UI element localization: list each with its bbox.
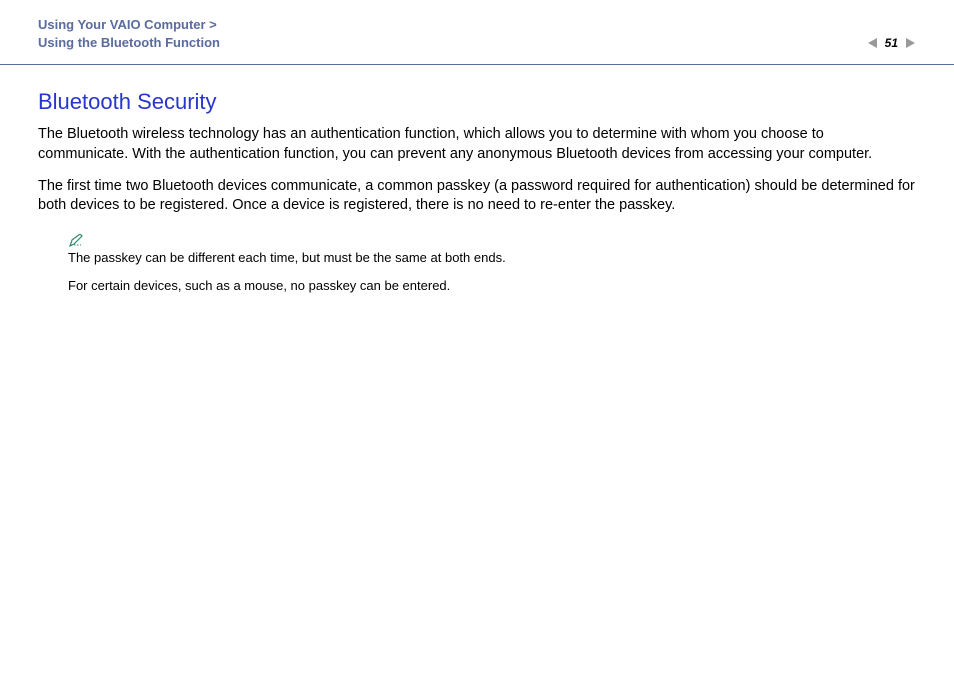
- paragraph-2: The first time two Bluetooth devices com…: [38, 177, 916, 216]
- note-block: The passkey can be different each time, …: [68, 234, 916, 295]
- next-page-arrow-icon[interactable]: [904, 37, 916, 49]
- page-content: Bluetooth Security The Bluetooth wireles…: [0, 65, 954, 295]
- pencil-note-icon: [68, 234, 916, 248]
- section-title: Bluetooth Security: [38, 89, 916, 115]
- breadcrumb-line-1: Using Your VAIO Computer >: [38, 16, 220, 34]
- note-text-2: For certain devices, such as a mouse, no…: [68, 277, 916, 295]
- note-text-1: The passkey can be different each time, …: [68, 249, 916, 267]
- breadcrumb: Using Your VAIO Computer > Using the Blu…: [38, 16, 220, 52]
- page-header: Using Your VAIO Computer > Using the Blu…: [0, 0, 954, 65]
- page-navigation: 51: [867, 36, 916, 50]
- paragraph-1: The Bluetooth wireless technology has an…: [38, 125, 916, 164]
- prev-page-arrow-icon[interactable]: [867, 37, 879, 49]
- page-number: 51: [885, 36, 898, 50]
- breadcrumb-line-2: Using the Bluetooth Function: [38, 34, 220, 52]
